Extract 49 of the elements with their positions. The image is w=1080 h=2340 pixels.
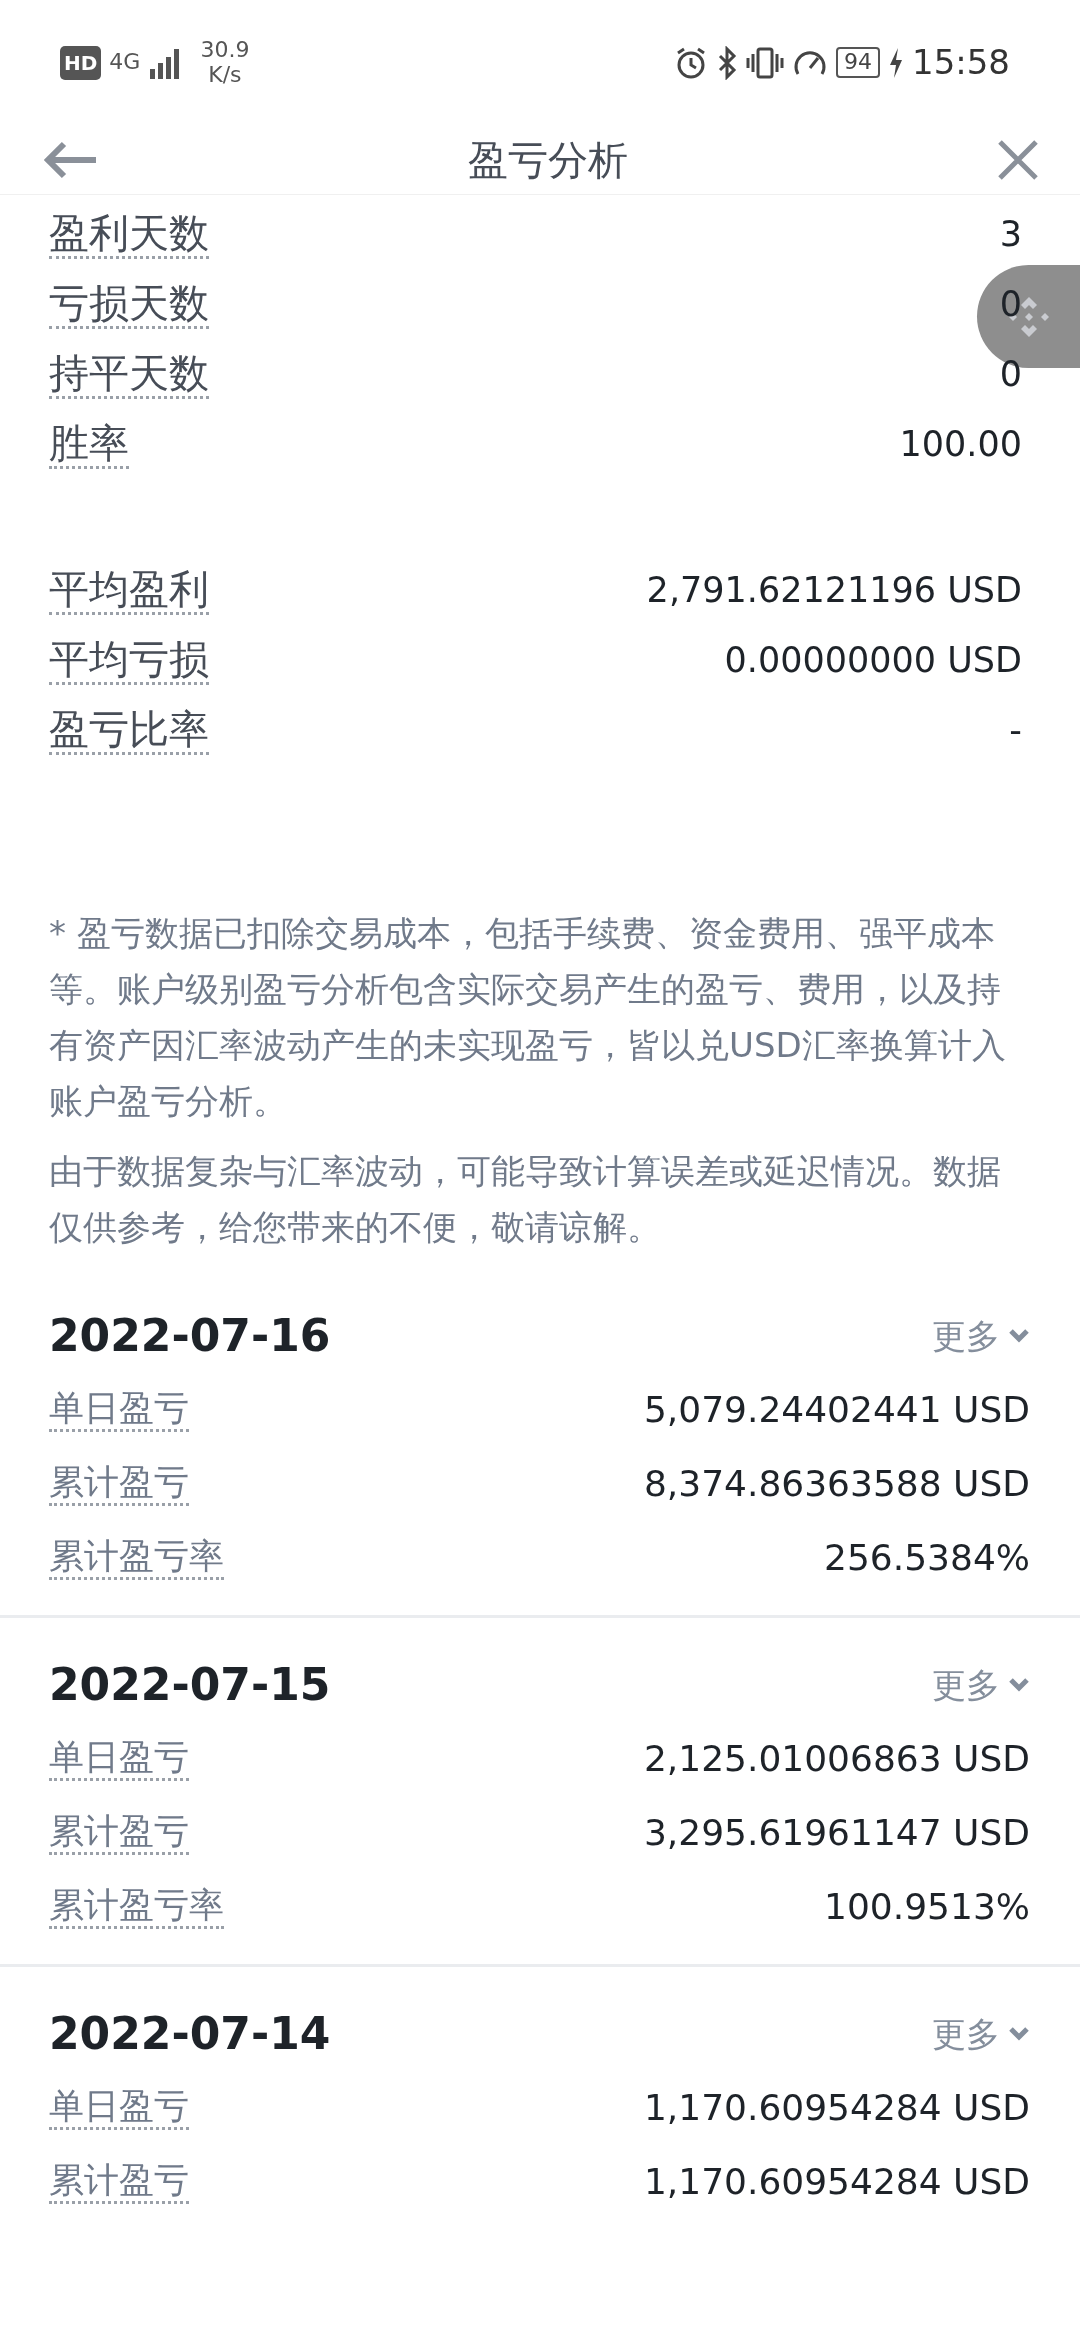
more-button[interactable]: 更多: [932, 1659, 1030, 1711]
date-heading: 2022-07-15: [49, 1658, 331, 1712]
disclaimer-text: * 盈亏数据已扣除交易成本，包括手续费、资金费用、强平成本等。账户级别盈亏分析包含实际交易产生的盈亏、费用，以及持有资产因汇率波动产生的未实现盈亏，皆以兑USD汇率换算计入账户盈亏分析。: [49, 912, 1007, 1123]
stat-value: 100.00: [899, 422, 1022, 466]
row-label: 累计盈亏率: [49, 1536, 224, 1580]
row-label: 单日盈亏: [49, 2086, 189, 2130]
row-value: 3,295.61961147 USD: [643, 1811, 1030, 1855]
close-icon: [996, 137, 1040, 182]
date-heading: 2022-07-14: [49, 2007, 331, 2061]
row-value: 1,170.60954284 USD: [643, 2086, 1030, 2130]
stat-label: 盈亏比率: [49, 705, 209, 755]
vibrate-icon: [746, 45, 784, 80]
row-label: 累计盈亏: [49, 1811, 189, 1855]
row-label: 单日盈亏: [49, 1388, 189, 1432]
stat-value: 0.00000000 USD: [724, 638, 1022, 682]
row-value: 100.9513%: [824, 1885, 1030, 1929]
more-button[interactable]: 更多: [932, 1310, 1030, 1362]
row-value: 8,374.86363588 USD: [643, 1462, 1030, 1506]
stat-value: 2,791.62121196 USD: [646, 568, 1022, 612]
stat-label: 亏损天数: [49, 279, 209, 329]
row-label: 累计盈亏: [49, 1462, 189, 1506]
disclaimer-text: 由于数据复杂与汇率波动，可能导致计算误差或延迟情况。数据仅供参考，给您带来的不便，敬请谅解。: [49, 1150, 1002, 1249]
row-value: 5,079.24402441 USD: [643, 1388, 1030, 1432]
stat-label: 平均盈利: [49, 565, 209, 615]
row-value: 2,125.01006863 USD: [643, 1737, 1030, 1781]
stat-value: 0: [999, 282, 1022, 326]
date-heading: 2022-07-16: [49, 1309, 331, 1363]
row-value: 1,170.60954284 USD: [643, 2160, 1030, 2204]
battery-level: 94: [836, 47, 880, 78]
row-label: 单日盈亏: [49, 1737, 189, 1781]
stat-value: 3: [999, 212, 1022, 256]
more-button[interactable]: 更多: [932, 2008, 1030, 2060]
stat-label: 胜率: [49, 419, 129, 469]
network-speed: 30.9: [200, 38, 250, 63]
row-label: 累计盈亏: [49, 2160, 189, 2204]
row-value: 256.5384%: [824, 1536, 1030, 1580]
stat-label: 持平天数: [49, 349, 209, 399]
speed-unit: K/s: [208, 62, 242, 87]
stat-label: 平均亏损: [49, 635, 209, 685]
row-label: 累计盈亏率: [49, 1885, 224, 1929]
network-label: 4G: [109, 50, 141, 75]
hd-badge: HD: [60, 45, 102, 80]
page-title: 盈亏分析: [468, 135, 628, 185]
stat-label: 盈利天数: [49, 209, 209, 259]
stat-value: -: [1009, 708, 1022, 752]
bluetooth-icon: [716, 45, 738, 80]
stat-value: 0: [999, 352, 1022, 396]
close-button[interactable]: [996, 137, 1040, 182]
clock: 15:58: [912, 41, 1010, 84]
